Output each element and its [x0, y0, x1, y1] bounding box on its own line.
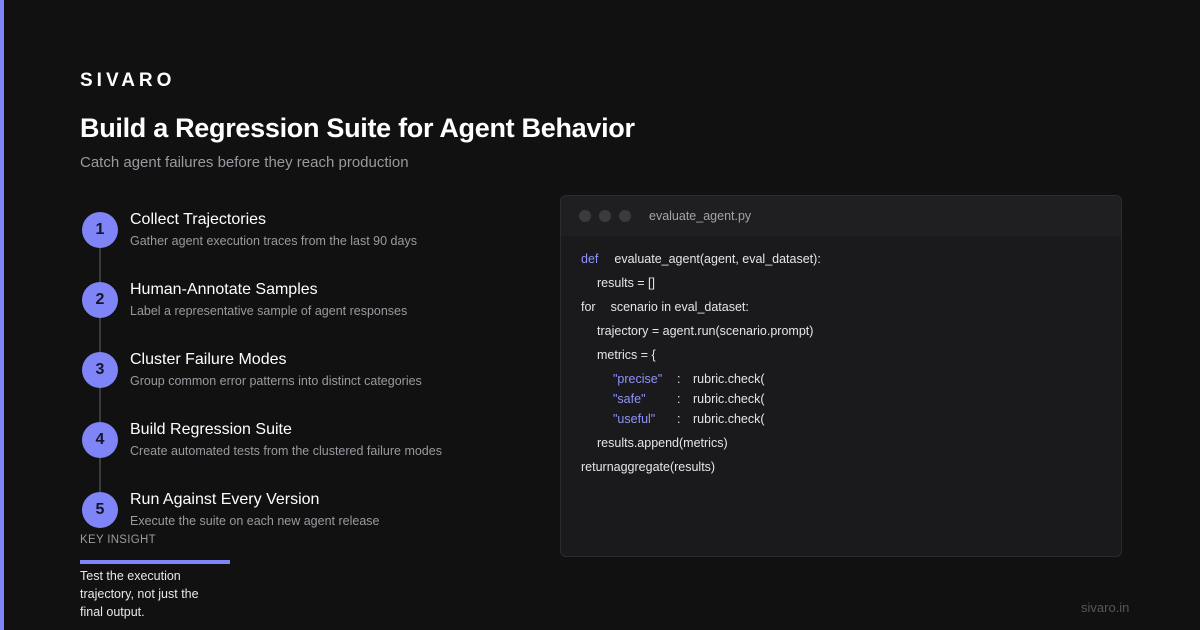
window-dot-icon	[619, 210, 631, 222]
code-line: for scenario in eval_dataset:	[581, 300, 749, 314]
code-line: def evaluate_agent(agent, eval_dataset):	[581, 252, 821, 266]
step-description: Gather agent execution traces from the l…	[130, 234, 417, 248]
step-title: Build Regression Suite	[130, 421, 292, 438]
step-title: Human-Annotate Samples	[130, 281, 318, 298]
code-colon: :	[677, 412, 681, 426]
code-filename: evaluate_agent.py	[649, 209, 752, 223]
code-line: results.append(metrics)	[597, 436, 728, 450]
code-window: evaluate_agent.py def evaluate_agent(agen…	[560, 195, 1122, 557]
code-text: scenario in eval_dataset:	[610, 300, 749, 314]
code-keyword: def	[581, 252, 599, 266]
code-string: "safe"	[613, 392, 646, 406]
accent-bar	[0, 0, 4, 630]
key-insight-bar	[80, 560, 230, 564]
step-title: Run Against Every Version	[130, 491, 320, 508]
step-number-badge: 1	[82, 212, 118, 248]
step-number-badge: 4	[82, 422, 118, 458]
code-text: aggregate(results)	[613, 460, 716, 474]
step-title: Collect Trajectories	[130, 211, 267, 228]
step-item: 2 Human-Annotate Samples Label a represe…	[80, 280, 520, 320]
code-window-titlebar: evaluate_agent.py	[561, 196, 1121, 236]
step-description: Group common error patterns into distinc…	[130, 374, 422, 388]
step-item: 5 Run Against Every Version Execute the …	[80, 490, 520, 530]
code-keyword: for	[581, 300, 596, 314]
code-text: rubric.check(	[693, 412, 765, 426]
code-line: trajectory = agent.run(scenario.prompt)	[597, 324, 814, 338]
key-insight-label: KEY INSIGHT	[80, 534, 156, 546]
code-text: rubric.check(	[693, 372, 765, 386]
code-string: "useful"	[613, 412, 656, 426]
code-text: rubric.check(	[693, 392, 765, 406]
code-colon: :	[677, 392, 681, 406]
code-line: "useful": rubric.check(	[613, 412, 765, 426]
step-item: 3 Cluster Failure Modes Group common err…	[80, 350, 520, 390]
step-item: 4 Build Regression Suite Create automate…	[80, 420, 520, 460]
code-keyword: return	[581, 460, 614, 474]
step-number-badge: 2	[82, 282, 118, 318]
code-text: evaluate_agent(agent, eval_dataset):	[614, 252, 821, 266]
step-description: Create automated tests from the clustere…	[130, 444, 442, 458]
code-line: "safe": rubric.check(	[613, 392, 765, 406]
window-dot-icon	[599, 210, 611, 222]
code-line: results = []	[597, 276, 656, 290]
step-number-badge: 5	[82, 492, 118, 528]
code-string: "precise"	[613, 372, 663, 386]
code-line: "precise": rubric.check(	[613, 372, 765, 386]
step-description: Execute the suite on each new agent rele…	[130, 514, 380, 528]
brand-logo: SIVARO	[80, 70, 176, 91]
code-line: returnaggregate(results)	[581, 460, 715, 474]
code-colon: :	[677, 372, 681, 386]
key-insight-text: Test the execution trajectory, not just …	[80, 569, 199, 619]
code-line: metrics = {	[597, 348, 656, 362]
step-description: Label a representative sample of agent r…	[130, 304, 408, 318]
page-title: Build a Regression Suite for Agent Behav…	[80, 113, 635, 143]
step-number-badge: 3	[82, 352, 118, 388]
page-subtitle: Catch agent failures before they reach p…	[80, 154, 409, 171]
step-title: Cluster Failure Modes	[130, 351, 287, 368]
window-dot-icon	[579, 210, 591, 222]
step-item: 1 Collect Trajectories Gather agent exec…	[80, 210, 520, 250]
footer-url: sivaro.in	[1081, 600, 1130, 615]
